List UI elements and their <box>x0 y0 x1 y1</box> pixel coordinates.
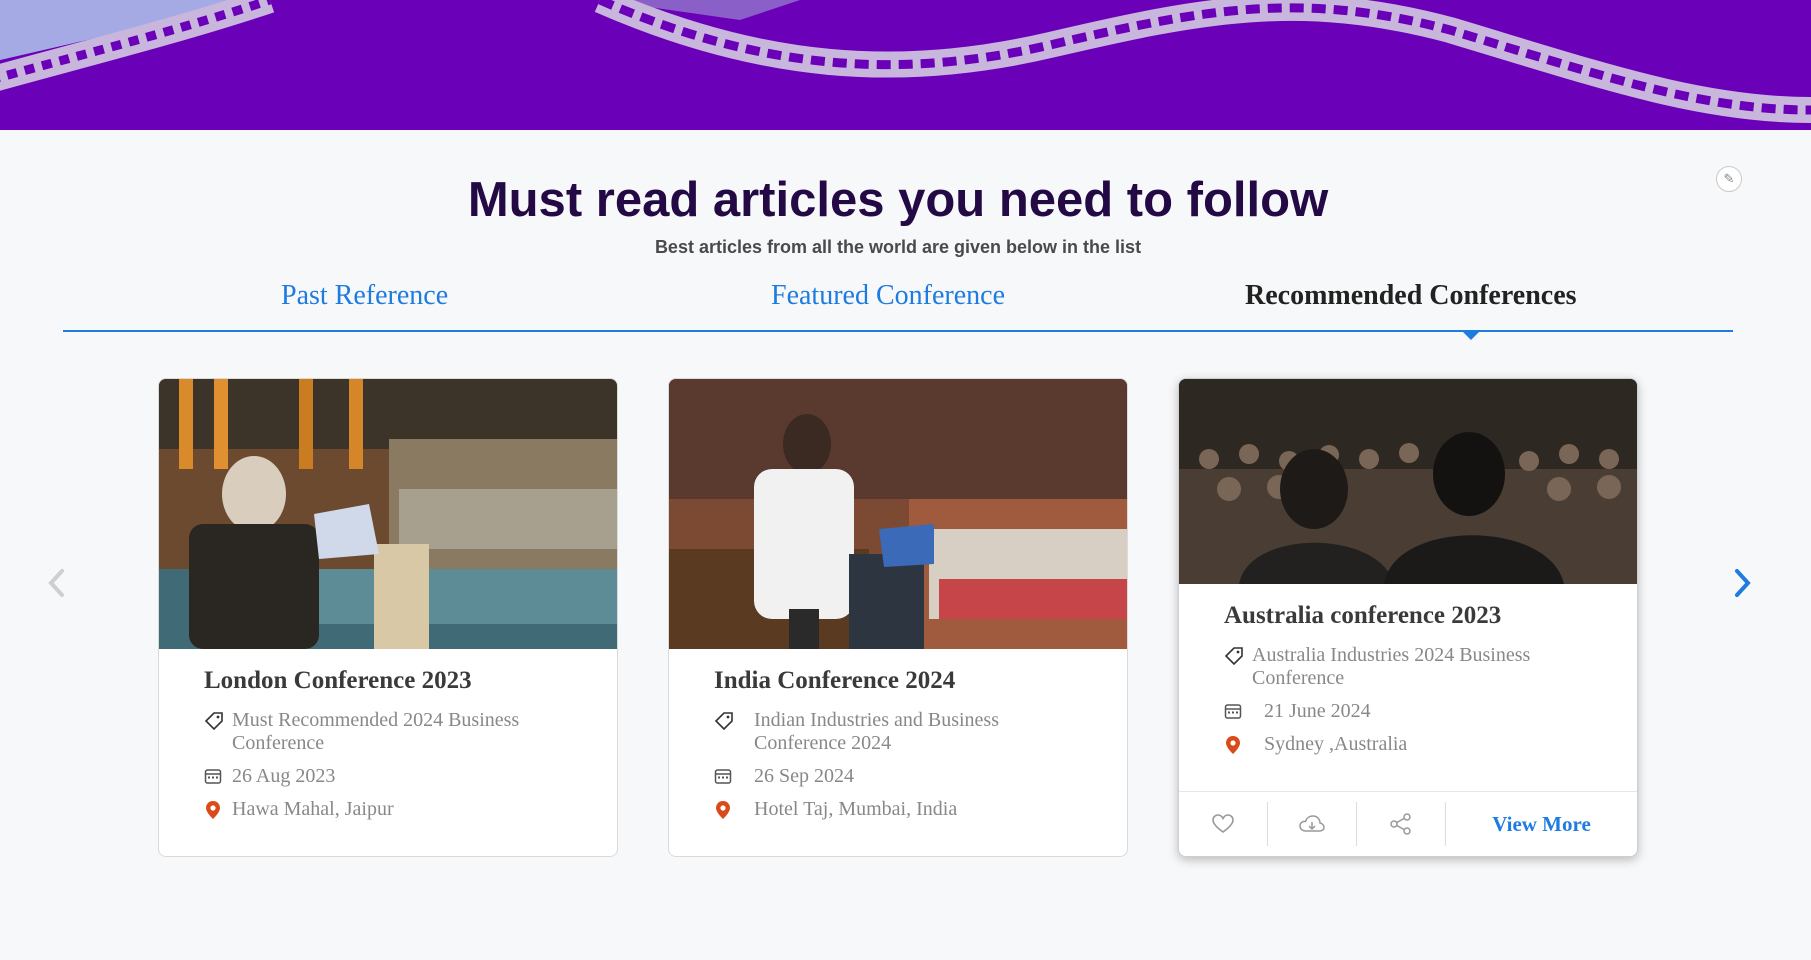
card-category-row: Australia Industries 2024 Business Confe… <box>1224 644 1637 690</box>
card-location: Sydney ,Australia <box>1264 733 1408 755</box>
tab-featured-conference[interactable]: Featured Conference <box>771 280 1005 312</box>
chevron-right-icon <box>1735 569 1751 597</box>
section-subtitle: Best articles from all the world are giv… <box>654 237 1142 257</box>
share-icon <box>1390 813 1411 835</box>
calendar-icon <box>1224 700 1252 723</box>
heart-icon <box>1212 814 1234 833</box>
conference-card[interactable]: Australia conference 2023 Australia Indu… <box>1178 378 1638 857</box>
tag-icon <box>204 709 232 755</box>
conference-card[interactable]: London Conference 2023 Must Recommended … <box>158 378 618 857</box>
card-title: London Conference 2023 <box>204 667 472 694</box>
cloud-icon <box>1299 815 1325 832</box>
card-category-row: Indian Industries and Business Conferenc… <box>714 709 1127 755</box>
tag-icon <box>1224 644 1252 690</box>
location-pin-icon <box>1224 733 1252 756</box>
conference-card[interactable]: India Conference 2024 Indian Industries … <box>668 378 1128 857</box>
location-pin-icon <box>204 798 232 821</box>
film-strip-decoration <box>0 0 1811 123</box>
card-location: Hawa Mahal, Jaipur <box>232 798 394 820</box>
active-tab-indicator <box>1461 330 1481 340</box>
card-date: 26 Aug 2023 <box>232 765 336 787</box>
top-banner <box>0 0 1811 130</box>
calendar-icon <box>204 765 232 788</box>
carousel-next-button[interactable] <box>1727 563 1757 603</box>
card-title: India Conference 2024 <box>714 667 956 694</box>
card-actions: View More <box>1179 791 1637 856</box>
card-location-row: Sydney ,Australia <box>1224 733 1637 756</box>
card-location-row: Hawa Mahal, Jaipur <box>204 798 617 821</box>
card-category: Indian Industries and Business Conferenc… <box>754 709 999 754</box>
card-date-row: 26 Aug 2023 <box>204 765 617 788</box>
like-button[interactable] <box>1179 802 1268 846</box>
conference-image <box>1179 379 1637 584</box>
card-category-row: Must Recommended 2024 Business Conferenc… <box>204 709 617 755</box>
card-date: 21 June 2024 <box>1264 700 1371 722</box>
chevron-left-icon <box>48 569 64 597</box>
tab-bar: Past Reference Featured Conference Recom… <box>63 270 1733 340</box>
tab-recommended-conferences[interactable]: Recommended Conferences <box>1245 280 1577 312</box>
location-pin-icon <box>714 798 742 821</box>
calendar-icon <box>714 765 742 788</box>
card-date-row: 26 Sep 2024 <box>714 765 1127 788</box>
share-button[interactable] <box>1357 802 1446 846</box>
view-more-link[interactable]: View More <box>1446 812 1637 837</box>
conference-image <box>159 379 617 649</box>
card-category: Australia Industries 2024 Business Confe… <box>1252 644 1531 689</box>
card-date: 26 Sep 2024 <box>754 765 854 787</box>
tab-past-reference[interactable]: Past Reference <box>281 280 448 312</box>
download-button[interactable] <box>1268 802 1357 846</box>
card-title: Australia conference 2023 <box>1224 602 1502 629</box>
card-date-row: 21 June 2024 <box>1224 700 1637 723</box>
card-location: Hotel Taj, Mumbai, India <box>754 798 958 820</box>
tag-icon <box>714 709 742 755</box>
conference-image <box>669 379 1127 649</box>
section-title: Must read articles you need to follow <box>467 173 1329 227</box>
carousel-prev-button[interactable] <box>42 563 72 603</box>
card-location-row: Hotel Taj, Mumbai, India <box>714 798 1127 821</box>
card-category: Must Recommended 2024 Business Conferenc… <box>232 709 520 754</box>
